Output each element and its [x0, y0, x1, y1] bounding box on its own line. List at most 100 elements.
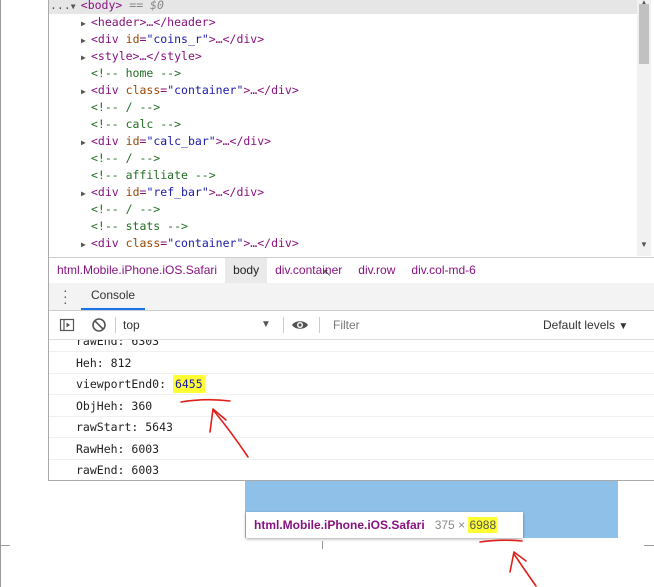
sidebar-toggle-icon[interactable]	[59, 317, 75, 333]
toolbar-divider	[283, 317, 284, 333]
message-value: 6003	[131, 463, 160, 477]
dom-node[interactable]: <!-- / -->	[91, 99, 160, 116]
console-message[interactable]: rawStart: 5643	[49, 417, 654, 438]
node-attr-value: "coins_r"	[146, 32, 209, 46]
dom-node[interactable]: <!-- affiliate -->	[91, 167, 216, 184]
mouse-cursor-icon: ↖	[323, 268, 332, 279]
tab-console[interactable]: Console	[81, 283, 146, 310]
node-comment: <!-- home -->	[91, 66, 182, 80]
dom-node[interactable]: <!-- home -->	[91, 65, 181, 82]
tooltip-width: 375	[434, 518, 455, 532]
elements-tree[interactable]: ...▼ <body> == $0 ▶ <header>…</header> ▶ <div…	[49, 0, 639, 256]
node-tail: >…</div>	[208, 32, 265, 46]
node-comment: <!-- affiliate -->	[91, 168, 216, 182]
node-attr-value: "container"	[167, 236, 244, 250]
console-message[interactable]: rawEnd: 6003	[49, 460, 654, 480]
filter-input[interactable]	[329, 315, 533, 335]
dom-node[interactable]: ▶ <div id="calc_bar">…</div>	[81, 133, 271, 150]
expand-triangle-icon[interactable]: ▶	[81, 15, 91, 32]
drawer-tabbar: · · · Console	[49, 283, 654, 311]
message-label: rawEnd:	[76, 463, 125, 477]
message-label: viewportEnd0:	[76, 377, 167, 391]
expand-triangle-icon[interactable]: ▶	[81, 32, 91, 49]
node-attr-name: id	[125, 185, 140, 199]
node-comment: <!-- / -->	[91, 151, 161, 165]
dom-node[interactable]: <!-- / -->	[91, 150, 160, 167]
message-label: rawEnd:	[76, 340, 125, 348]
dom-node[interactable]: ▶ <div id="coins_r">…</div>	[81, 31, 264, 48]
annotation-underline	[479, 539, 523, 543]
breadcrumb-item-col[interactable]: div.col-md-6	[403, 258, 483, 283]
node-tag: <body>	[80, 0, 123, 12]
node-tag-open: <div	[91, 134, 119, 148]
node-comment: <!-- stats -->	[91, 219, 188, 233]
node-tag-open: <style	[91, 49, 133, 63]
dom-node[interactable]: <!-- / -->	[91, 201, 160, 218]
node-reference: == $0	[129, 0, 164, 12]
node-attr-name: id	[125, 32, 140, 46]
breadcrumb: html.Mobile.iPhone.iOS.Safari body div.c…	[49, 257, 654, 284]
message-value: 6455	[172, 375, 205, 393]
annotation-arrowhead	[509, 551, 527, 573]
more-menu-icon[interactable]: · · ·	[63, 283, 68, 309]
expand-triangle-icon[interactable]: ▶	[81, 185, 91, 202]
tooltip-times: ×	[458, 518, 466, 532]
breadcrumb-item-body[interactable]: body	[225, 258, 268, 283]
context-select[interactable]: top	[123, 315, 275, 335]
message-value: 812	[110, 355, 132, 370]
expand-triangle-icon[interactable]: ▼	[71, 0, 81, 15]
expand-triangle-icon[interactable]: ▶	[81, 236, 91, 253]
message-value: 5643	[145, 420, 173, 434]
annotation-arrow	[513, 553, 537, 587]
devtools-window: ...▼ <body> == $0 ▶ <header>…</header> ▶ <div…	[48, 0, 654, 481]
clear-console-icon[interactable]	[91, 317, 107, 333]
dom-node[interactable]: ▶ <div id="ref_bar">…</div>	[81, 184, 264, 201]
toolbar-divider	[115, 317, 116, 333]
console-message[interactable]: rawEnd: 6303	[49, 340, 654, 352]
breadcrumb-item-row[interactable]: div.row	[350, 258, 403, 283]
expand-triangle-icon[interactable]: ▶	[81, 83, 91, 100]
dom-node[interactable]: ▶ <style>…</style>	[81, 48, 202, 65]
chevron-down-icon[interactable]: ▼	[261, 315, 271, 335]
message-label: Heh:	[76, 355, 104, 370]
node-ellipsis[interactable]: ...	[50, 0, 71, 12]
tooltip-element-name: html.Mobile.iPhone.iOS.Safari	[254, 518, 425, 532]
message-label: ObjHeh:	[76, 398, 125, 413]
console-toolbar: top ▼ Default levels ▼	[49, 311, 654, 340]
log-levels-dropdown[interactable]: Default levels ▼	[543, 315, 628, 335]
dom-node[interactable]: <!-- stats -->	[91, 218, 188, 235]
node-attr-name: class	[125, 236, 161, 250]
page-guide-line	[0, 545, 10, 546]
chevron-down-icon: ▼	[618, 321, 629, 332]
node-tail: …</style>	[139, 49, 202, 63]
node-comment: <!-- / -->	[91, 202, 161, 216]
elements-scrollbar[interactable]: ▲ ▼	[637, 0, 651, 256]
dom-node[interactable]: ▶ <div class="container">…</div>	[81, 82, 299, 99]
node-tag-open: <header	[91, 15, 140, 29]
console-message[interactable]: ObjHeh: 360	[49, 396, 654, 417]
dom-node[interactable]: ▶ <header>…</header>	[81, 14, 216, 31]
node-tail: >…</div>	[215, 134, 272, 148]
console-message[interactable]: viewportEnd0: 6455	[49, 374, 654, 395]
console-message[interactable]: RawHeh: 6003	[49, 439, 654, 460]
expand-triangle-icon[interactable]: ▶	[81, 134, 91, 151]
message-label: rawStart:	[76, 420, 139, 434]
eye-icon[interactable]	[291, 317, 309, 333]
node-attr-name: id	[125, 134, 140, 148]
message-label: RawHeh:	[76, 441, 125, 456]
console-message[interactable]: Heh: 812	[49, 353, 654, 374]
scroll-down-icon[interactable]: ▼	[640, 240, 648, 249]
expand-triangle-icon[interactable]: ▶	[81, 49, 91, 66]
selected-dom-node[interactable]: ...▼ <body> == $0	[49, 0, 639, 14]
breadcrumb-item-html[interactable]: html.Mobile.iPhone.iOS.Safari	[49, 258, 225, 283]
toolbar-divider	[319, 317, 320, 333]
dom-node[interactable]: ▶ <div class="container">…</div>	[81, 235, 299, 252]
node-tag-open: <div	[91, 236, 119, 250]
scroll-thumb[interactable]	[639, 4, 649, 64]
breadcrumb-item-container[interactable]: div.container	[267, 258, 350, 283]
dom-node[interactable]: <!-- calc -->	[91, 116, 181, 133]
tooltip-dimensions: 375 × 6988	[434, 517, 498, 533]
node-tag-open: <div	[91, 185, 119, 199]
console-messages[interactable]: rawEnd: 6303 Heh: 812 viewportEnd0: 6455 Ob…	[49, 340, 654, 480]
node-tail: >…</div>	[243, 83, 299, 97]
